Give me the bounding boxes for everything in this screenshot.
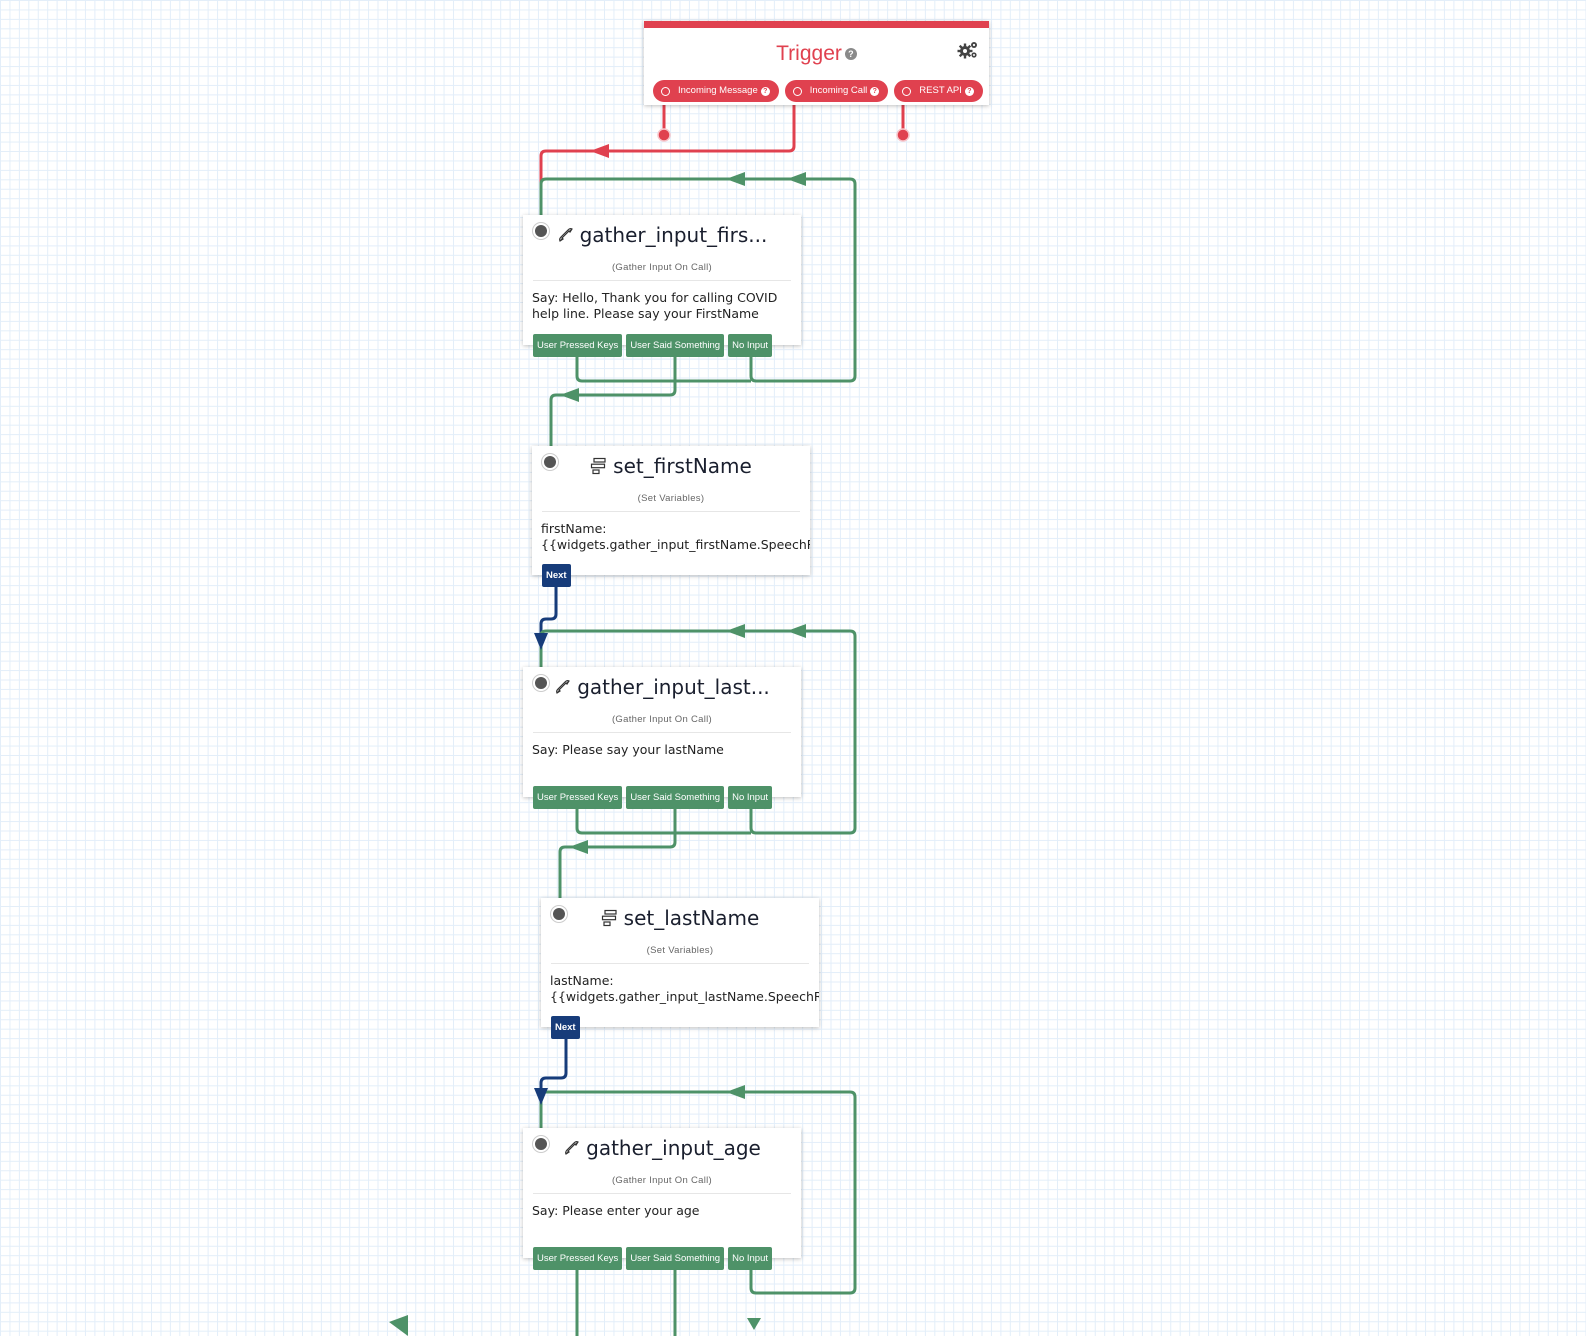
- set-variables-icon: [591, 457, 606, 475]
- divider: [533, 732, 791, 733]
- widget-title-text: set_lastName: [623, 906, 760, 930]
- widget-gather-input-firstname[interactable]: gather_input_firs... (Gather Input On Ca…: [523, 215, 801, 357]
- widget-title: gather_input_last...: [523, 675, 801, 699]
- arrow-head: [590, 144, 609, 158]
- transition-incoming-call[interactable]: Incoming Call?: [784, 80, 889, 102]
- transition-no-input[interactable]: No Input: [728, 786, 773, 809]
- widget-transitions: User Pressed Keys User Said Something No…: [533, 334, 773, 357]
- widget-gather-input-age[interactable]: gather_input_age (Gather Input On Call) …: [523, 1128, 801, 1270]
- transition-user-said-something[interactable]: User Said Something: [626, 334, 725, 357]
- transition-next[interactable]: Next: [551, 1016, 580, 1039]
- divider: [533, 1193, 791, 1194]
- phone-icon: [565, 1141, 580, 1155]
- widget-body: Say: Hello, Thank you for calling COVID …: [532, 290, 778, 321]
- question-circle-icon[interactable]: ?: [870, 86, 880, 96]
- wire-incoming-call: [539, 93, 796, 215]
- widget-title: set_lastName: [541, 906, 819, 930]
- endpoint-incoming-message[interactable]: [657, 128, 671, 142]
- widget-type: (Set Variables): [646, 945, 714, 956]
- pill-label: REST API: [919, 85, 962, 96]
- arrow-head: [534, 633, 548, 650]
- widget-title: gather_input_firs...: [523, 223, 801, 247]
- arrow-head: [534, 1088, 548, 1105]
- widget-title: set_firstName: [532, 454, 810, 478]
- widget-transitions: User Pressed Keys User Said Something No…: [533, 786, 773, 809]
- divider: [551, 963, 809, 964]
- endpoint-rest-api[interactable]: [896, 128, 910, 142]
- widget-set-firstname[interactable]: set_firstName (Set Variables) firstName:…: [532, 446, 810, 587]
- divider: [533, 280, 791, 281]
- widget-title-text: gather_input_age: [586, 1136, 761, 1160]
- transition-no-input[interactable]: No Input: [728, 334, 773, 357]
- widget-body: Say: Please say your lastName: [532, 742, 724, 757]
- widget-title-text: gather_input_last...: [577, 675, 770, 699]
- transition-user-pressed-keys[interactable]: User Pressed Keys: [533, 334, 623, 357]
- arrow-head: [389, 1315, 408, 1336]
- widget-title-text: set_firstName: [613, 454, 752, 478]
- question-circle-icon[interactable]: ?: [964, 86, 974, 96]
- question-circle-icon[interactable]: ?: [844, 48, 857, 61]
- wire-first-keys: [575, 355, 751, 383]
- widget-type: (Gather Input On Call): [611, 714, 713, 725]
- arrow-head: [569, 840, 588, 854]
- trigger-title: Trigger?: [644, 42, 989, 66]
- widget-set-lastname[interactable]: set_lastName (Set Variables) lastName: {…: [541, 898, 819, 1039]
- transition-no-input[interactable]: No Input: [728, 1247, 773, 1270]
- trigger-widget[interactable]: Trigger? Incoming Message? Incoming Call…: [644, 21, 989, 105]
- wire-first-speech: [549, 355, 677, 446]
- transition-next[interactable]: Next: [542, 564, 571, 587]
- arrow-head: [560, 388, 579, 402]
- transition-user-said-something[interactable]: User Said Something: [626, 786, 725, 809]
- pill-label: Incoming Message: [678, 85, 758, 96]
- question-circle-icon[interactable]: ?: [760, 86, 770, 96]
- pill-label: Incoming Call: [809, 85, 868, 96]
- set-variables-icon: [601, 909, 617, 927]
- arrow-head: [726, 624, 745, 638]
- widget-body: Say: Please enter your age: [532, 1203, 700, 1218]
- arrow-head: [726, 1085, 745, 1099]
- widget-title: gather_input_age: [523, 1136, 801, 1160]
- widget-transitions: User Pressed Keys User Said Something No…: [533, 1247, 773, 1270]
- trigger-transitions: Incoming Message? Incoming Call? REST AP…: [653, 80, 983, 102]
- gears-icon[interactable]: [957, 40, 979, 60]
- transition-user-pressed-keys[interactable]: User Pressed Keys: [533, 786, 623, 809]
- port-ring-icon: [661, 86, 670, 96]
- widget-gather-input-lastname[interactable]: gather_input_last... (Gather Input On Ca…: [523, 667, 801, 809]
- transition-user-pressed-keys[interactable]: User Pressed Keys: [533, 1247, 623, 1270]
- arrow-head: [787, 624, 806, 638]
- port-ring-icon: [902, 86, 912, 96]
- widget-body: lastName: {{widgets.gather_input_lastNam…: [550, 973, 819, 1004]
- arrow-head: [787, 172, 806, 186]
- port-ring-icon: [792, 86, 802, 96]
- transition-incoming-message[interactable]: Incoming Message?: [653, 80, 779, 102]
- arrow-head: [747, 1318, 761, 1330]
- arrow-head: [726, 172, 745, 186]
- phone-icon: [558, 228, 573, 242]
- transition-user-said-something[interactable]: User Said Something: [626, 1247, 725, 1270]
- widget-type: (Set Variables): [637, 493, 705, 504]
- widget-type: (Gather Input On Call): [611, 1175, 713, 1186]
- divider: [542, 511, 800, 512]
- transition-rest-api[interactable]: REST API?: [894, 80, 983, 102]
- widget-title-text: gather_input_firs...: [579, 223, 768, 247]
- trigger-title-text: Trigger: [776, 42, 842, 65]
- widget-body: firstName: {{widgets.gather_input_firstN…: [541, 521, 810, 552]
- phone-icon: [556, 680, 571, 694]
- wire-last-keys: [575, 807, 751, 835]
- widget-type: (Gather Input On Call): [611, 262, 713, 273]
